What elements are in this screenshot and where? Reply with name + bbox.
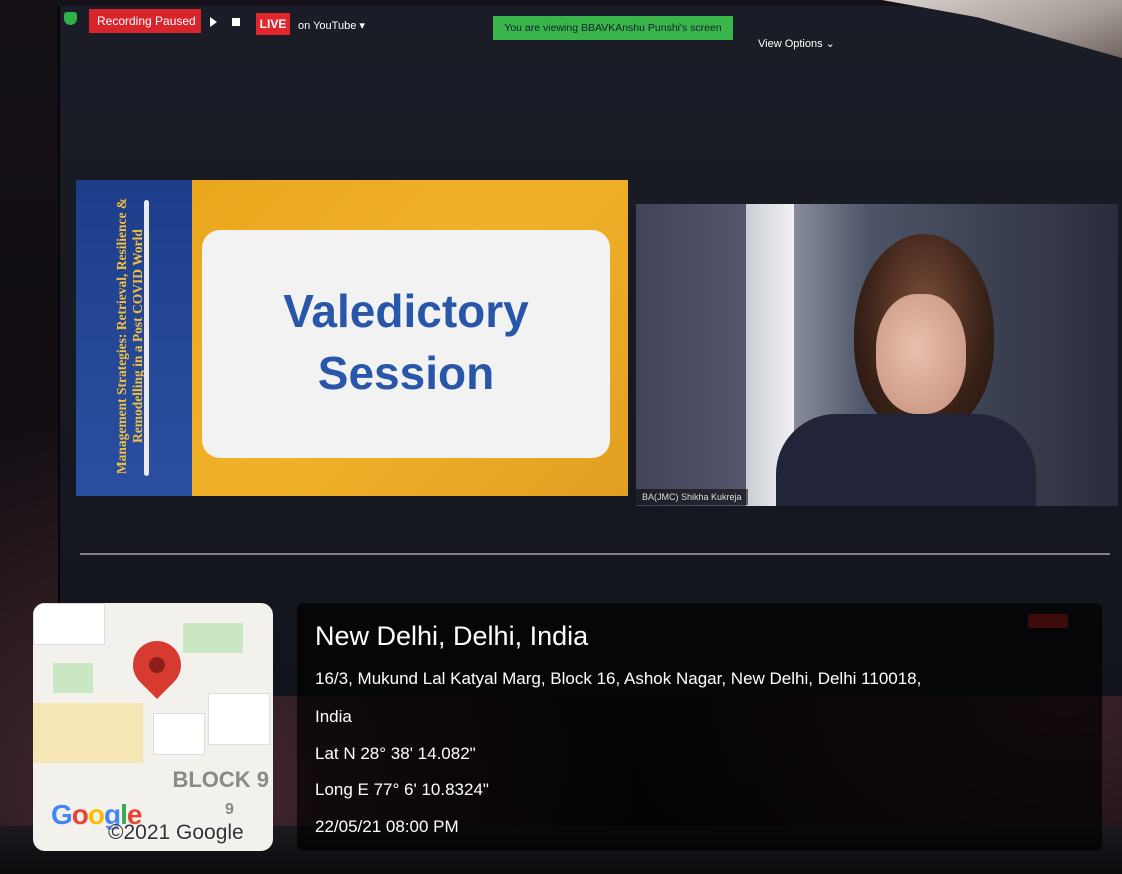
speaker-name-label: BA(JMC) Shikha Kukreja [636,489,748,505]
slide-sidebar: Management Strategies: Retrieval, Resili… [76,180,192,496]
play-icon[interactable] [210,17,217,27]
location-address-line2: India [315,707,352,726]
map-park [53,663,93,693]
stop-icon[interactable] [232,18,240,26]
map-block-label: BLOCK 9 [172,767,269,792]
slide-heading-line2: Session [317,347,495,399]
map-block [33,603,105,645]
map-block [153,713,205,755]
shared-slide: Management Strategies: Retrieval, Resili… [76,180,628,496]
location-latitude: Lat N 28° 38' 14.082" [315,744,476,763]
view-options-button[interactable]: View Options ⌄ [758,37,835,50]
location-longitude: Long E 77° 6' 10.8324" [315,780,489,799]
location-city: New Delhi, Delhi, India [315,621,589,651]
slide-vertical-title: Management Strategies: Retrieval, Resili… [114,197,145,475]
map-park [183,623,243,653]
live-badge: LIVE [256,13,290,35]
recording-status: Recording Paused [89,9,201,33]
map-block-number: 9 [225,801,234,818]
location-datetime: 22/05/21 08:00 PM [315,817,459,836]
viewing-screen-banner: You are viewing BBAVKAnshu Punshi's scre… [493,16,733,40]
slide-heading-line1: Valedictory [283,285,529,337]
map-area [33,703,143,763]
slide-heading: Valedictory Session [202,280,610,404]
location-address-line1: 16/3, Mukund Lal Katyal Marg, Block 16, … [315,669,922,688]
slide-sidebar-bar [144,200,149,476]
map-thumbnail: BLOCK 9 9 Google ©2021 Google [33,603,273,851]
map-block [208,693,270,745]
live-destination-dropdown[interactable]: on YouTube ▾ [298,19,365,32]
shield-icon [64,12,77,25]
map-copyright: ©2021 Google [108,821,244,844]
screen-divider [80,553,1110,555]
slide-card: Valedictory Session [202,230,610,458]
speaker-face [876,294,966,414]
speaker-video[interactable] [636,204,1118,506]
map-pin-icon [123,631,191,699]
geotag-info-panel: New Delhi, Delhi, India 16/3, Mukund Lal… [297,603,1102,851]
speaker-body [776,414,1036,506]
